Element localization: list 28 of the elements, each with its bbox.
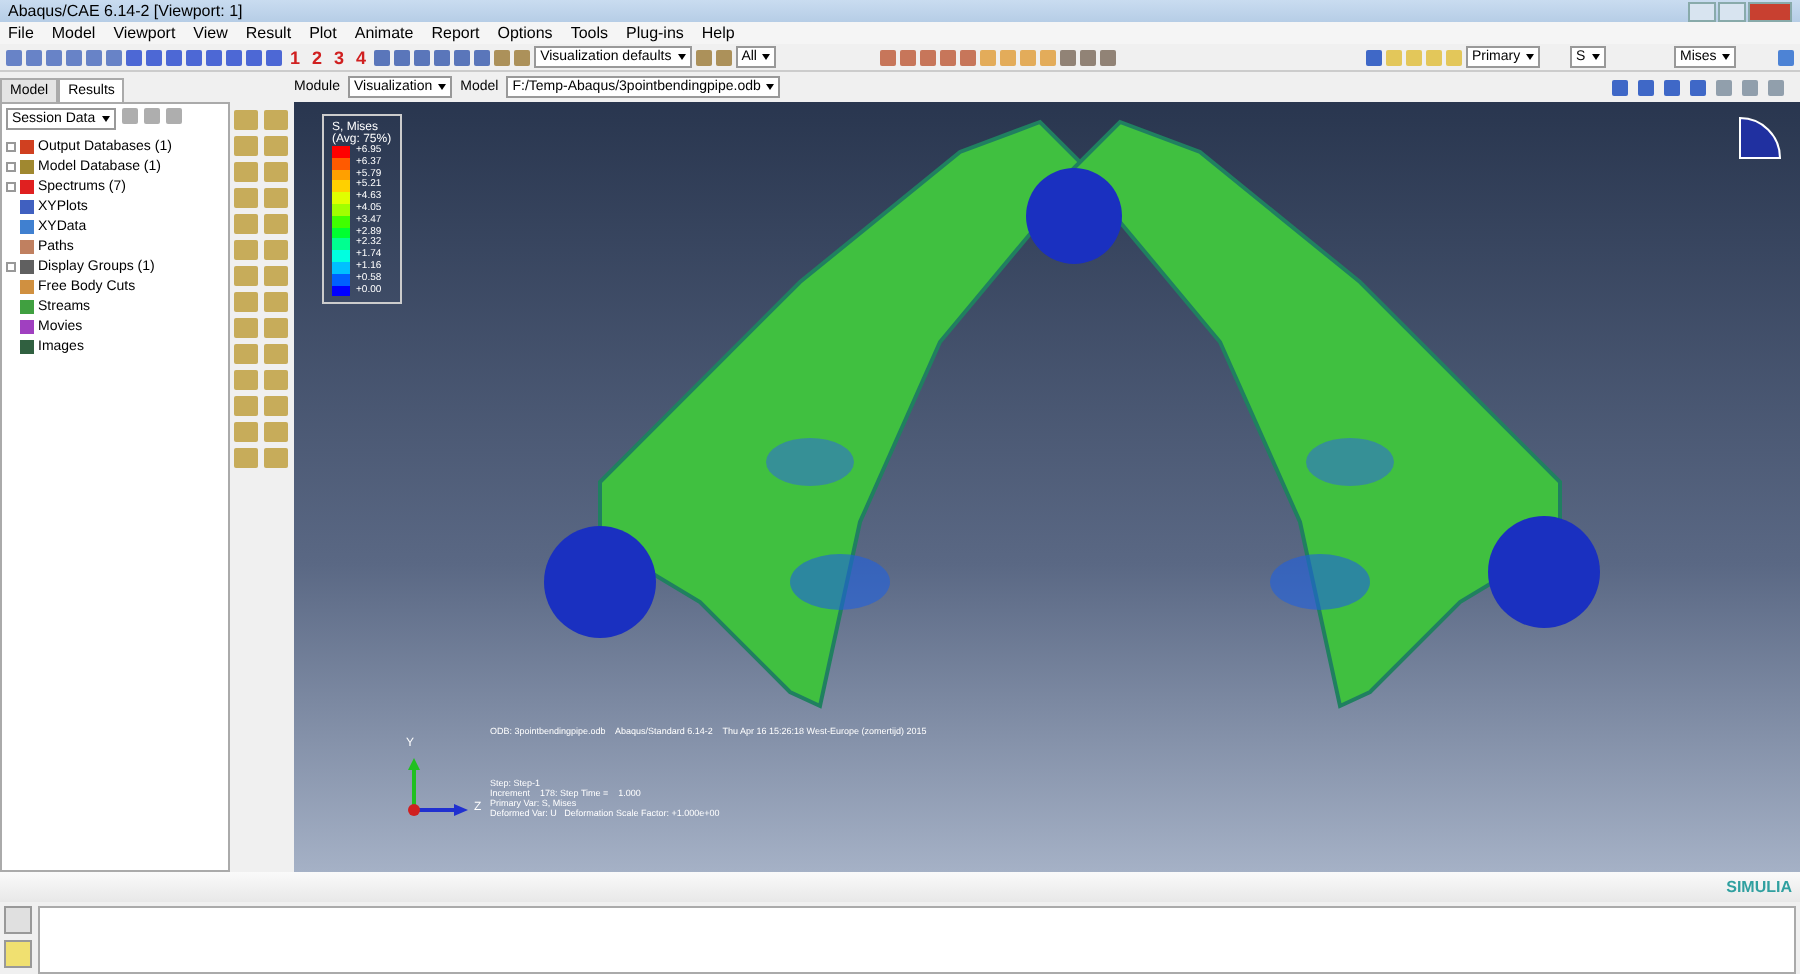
expander-icon[interactable] [6, 261, 16, 271]
minimize-icon[interactable] [1688, 1, 1716, 21]
view-number-button[interactable]: 4 [352, 47, 371, 67]
menu-item[interactable]: Plot [309, 24, 337, 42]
expander-icon[interactable] [6, 141, 16, 151]
menu-item[interactable]: Tools [570, 24, 608, 42]
message-tab-icon[interactable] [4, 906, 32, 934]
menu-item[interactable]: Result [245, 24, 292, 42]
menu-item[interactable]: Viewport [113, 24, 176, 42]
menu-item[interactable]: View [193, 24, 228, 42]
window-title: Abaqus/CAE 6.14-2 [Viewport: 1] [8, 2, 243, 20]
command-tab-icon[interactable] [4, 940, 32, 968]
menu-item[interactable]: Model [51, 24, 96, 42]
menu-item[interactable]: Animate [354, 24, 414, 42]
menu-item[interactable]: Report [431, 24, 480, 42]
view-number-button[interactable]: 1 [286, 47, 305, 67]
menu-item[interactable]: Options [497, 24, 553, 42]
close-icon[interactable] [1748, 1, 1792, 21]
expander-icon[interactable] [6, 181, 16, 191]
expander-icon[interactable] [6, 161, 16, 171]
maximize-icon[interactable] [1718, 1, 1746, 21]
menu-item[interactable]: Plug-ins [626, 24, 684, 42]
menu-item[interactable]: Help [701, 24, 735, 42]
brand-logo: SIMULIA [1726, 878, 1792, 896]
view-number-button[interactable]: 3 [330, 47, 349, 67]
menu-item[interactable]: File [8, 24, 34, 42]
view-number-button[interactable]: 2 [308, 47, 327, 67]
view-orientation-icon [1736, 114, 1784, 162]
